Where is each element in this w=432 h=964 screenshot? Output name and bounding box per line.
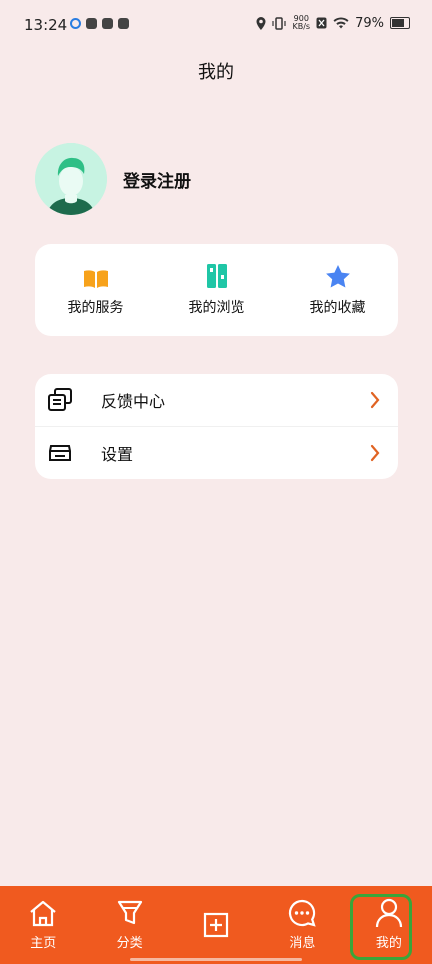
login-register-link[interactable]: 登录注册 — [123, 167, 191, 192]
battery-percent: 79% — [355, 15, 384, 31]
notification-icons — [70, 18, 129, 29]
tab-add[interactable] — [173, 886, 259, 964]
profile-section: 登录注册 — [35, 143, 191, 215]
browse-icon — [206, 264, 227, 288]
menu-card: 反馈中心 设置 — [35, 374, 398, 479]
avatar[interactable] — [35, 143, 107, 215]
vibrate-icon — [272, 16, 287, 30]
tab-profile-label: 我的 — [375, 936, 402, 951]
shortcuts-card: 我的服务 我的浏览 我的收藏 — [35, 244, 398, 336]
message-icon — [289, 899, 317, 927]
network-speed-unit: KB/s — [292, 22, 311, 31]
my-favorites-button[interactable]: 我的收藏 — [283, 263, 393, 317]
tab-home-label: 主页 — [30, 936, 57, 951]
settings-icon — [49, 445, 71, 461]
mail-app-icon — [118, 18, 129, 29]
tab-category-label: 分类 — [116, 936, 143, 951]
tab-home[interactable]: 主页 — [0, 886, 86, 964]
location-icon — [256, 16, 266, 30]
my-services-button[interactable]: 我的服务 — [41, 263, 151, 317]
tab-messages[interactable]: 消息 — [259, 886, 345, 964]
chevron-right-icon — [370, 391, 380, 409]
tab-messages-label: 消息 — [289, 936, 316, 951]
default-avatar-icon — [35, 143, 107, 215]
menu-item-label: 设置 — [101, 445, 134, 464]
status-bar: 13:24 900 KB/s 79% — [0, 0, 432, 50]
my-browse-button[interactable]: 我的浏览 — [162, 263, 272, 317]
tab-category[interactable]: 分类 — [86, 886, 172, 964]
bottom-tab-bar: 主页 分类 消息 我的 — [0, 886, 432, 964]
no-sim-icon — [316, 17, 327, 29]
star-icon — [325, 265, 350, 288]
feedback-icon — [48, 388, 72, 411]
my-browse-label: 我的浏览 — [188, 300, 245, 316]
my-favorites-label: 我的收藏 — [309, 300, 366, 316]
chevron-right-icon — [370, 444, 380, 462]
page-title: 我的 — [198, 62, 234, 83]
category-icon — [117, 900, 142, 925]
home-icon — [30, 900, 56, 927]
wifi-icon — [333, 17, 349, 29]
menu-item-settings[interactable]: 设置 — [35, 426, 398, 479]
video-app-icon — [86, 18, 97, 29]
menu-item-feedback[interactable]: 反馈中心 — [35, 374, 398, 426]
menu-item-label: 反馈中心 — [101, 392, 166, 411]
app-notification-icon — [70, 18, 81, 29]
my-services-label: 我的服务 — [67, 300, 124, 316]
status-time: 13:24 — [24, 16, 68, 34]
add-icon — [203, 912, 229, 938]
link-app-icon — [102, 18, 113, 29]
system-indicators: 900 KB/s 79% — [256, 15, 410, 31]
tab-profile[interactable]: 我的 — [346, 886, 432, 964]
user-icon — [375, 898, 402, 928]
book-icon — [83, 270, 108, 288]
network-speed: 900 KB/s — [292, 15, 310, 31]
home-indicator — [130, 958, 302, 961]
battery-icon — [390, 17, 410, 29]
